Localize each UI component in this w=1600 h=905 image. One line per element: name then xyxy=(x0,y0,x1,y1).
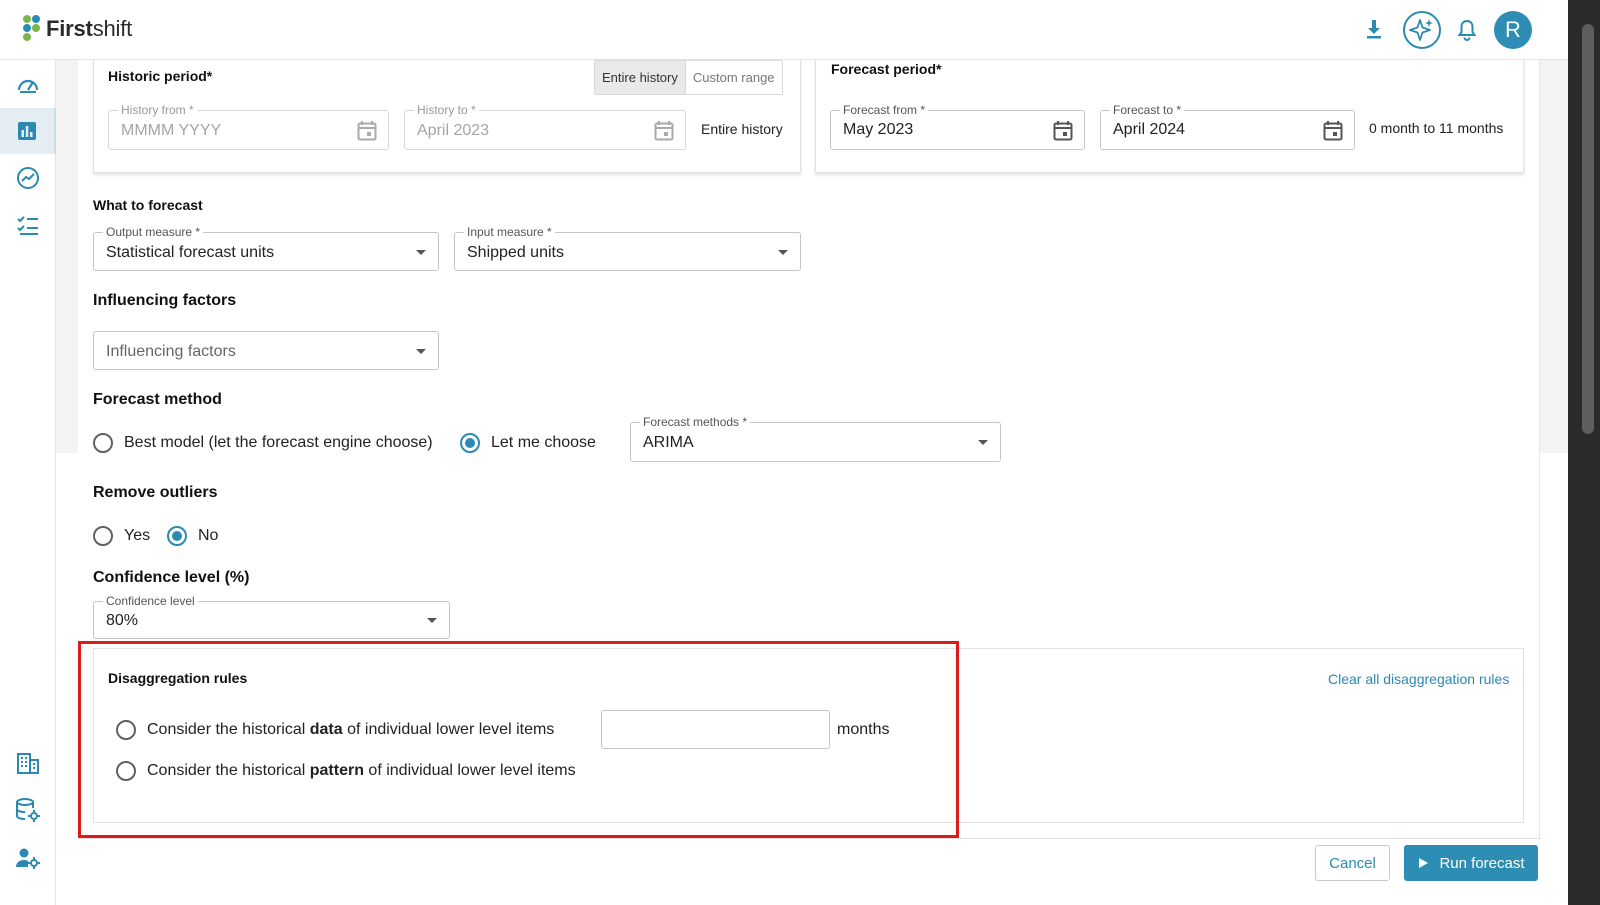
scrollbar-track[interactable] xyxy=(1568,0,1600,905)
sidebar-item-organization[interactable] xyxy=(0,740,56,786)
input-measure-label: Input measure * xyxy=(464,225,555,239)
calendar-icon[interactable] xyxy=(1053,120,1073,142)
outliers-no-label: No xyxy=(198,527,219,544)
dashboard-gauge-icon xyxy=(17,79,39,93)
confidence-level-title: Confidence level (%) xyxy=(93,569,250,586)
radio-best-model[interactable] xyxy=(93,433,113,453)
logo-rest: shift xyxy=(92,16,133,41)
months-label: months xyxy=(837,721,890,738)
history-summary: Entire history xyxy=(701,121,783,137)
influencing-factors-select[interactable]: Influencing factors xyxy=(93,331,439,370)
building-icon xyxy=(17,753,39,774)
forecast-methods-select[interactable]: Forecast methods * ARIMA xyxy=(630,415,1001,462)
chevron-down-icon xyxy=(427,618,437,623)
scrollbar-thumb[interactable] xyxy=(1582,24,1594,434)
download-icon[interactable] xyxy=(1364,18,1384,40)
sidebar-item-data-settings[interactable] xyxy=(0,787,56,833)
history-range-toggle[interactable]: Entire history Custom range xyxy=(594,60,783,95)
forecast-methods-value: ARIMA xyxy=(643,434,694,451)
forecast-period-title: Forecast period* xyxy=(831,61,942,77)
confidence-level-value: 80% xyxy=(106,612,139,629)
ai-sparkle-icon[interactable] xyxy=(1402,10,1442,50)
forecast-methods-label: Forecast methods * xyxy=(640,415,751,429)
sidebar-item-tasks[interactable] xyxy=(0,202,56,248)
toggle-entire-history[interactable]: Entire history xyxy=(595,61,686,94)
remove-outliers-title: Remove outliers xyxy=(93,484,218,501)
forecast-to-label: Forecast to * xyxy=(1110,103,1185,117)
sidebar xyxy=(0,60,56,905)
history-to-label: History to * xyxy=(414,103,479,117)
influencing-factors-title: Influencing factors xyxy=(93,292,237,309)
output-measure-value: Statistical forecast units xyxy=(106,244,275,261)
logo-icon xyxy=(23,15,40,41)
what-to-forecast-title: What to forecast xyxy=(93,197,203,213)
disaggregation-title: Disaggregation rules xyxy=(108,670,248,686)
clear-disaggregation-link[interactable]: Clear all disaggregation rules xyxy=(1328,671,1509,687)
toggle-custom-range[interactable]: Custom range xyxy=(686,61,782,94)
forecast-method-title: Forecast method xyxy=(93,391,222,408)
sidebar-item-user-settings[interactable] xyxy=(0,835,56,881)
right-gutter xyxy=(1540,60,1568,453)
radio-outliers-no[interactable] xyxy=(167,526,187,546)
avatar-letter: R xyxy=(1505,17,1521,42)
forecast-from-value: May 2023 xyxy=(843,121,914,138)
history-to-value: April 2023 xyxy=(417,122,490,139)
logo[interactable]: Firstshift xyxy=(22,14,132,44)
bottom-divider xyxy=(79,838,1539,839)
historic-period-title: Historic period* xyxy=(108,68,213,84)
bar-chart-icon xyxy=(18,122,36,140)
history-from-field[interactable]: History from * MMMM YYYY xyxy=(108,103,389,150)
chevron-down-icon xyxy=(978,440,988,445)
avatar[interactable]: R xyxy=(1494,11,1532,49)
user-settings-icon xyxy=(16,848,40,869)
let-me-choose-label: Let me choose xyxy=(491,434,596,451)
forecast-summary: 0 month to 11 months xyxy=(1369,120,1504,136)
sidebar-item-forecast[interactable] xyxy=(0,108,56,154)
forecast-from-label: Forecast from * xyxy=(840,103,929,117)
forecast-to-value: April 2024 xyxy=(1113,121,1186,138)
historical-pattern-label: Consider the historical pattern of indiv… xyxy=(147,762,576,779)
database-settings-icon xyxy=(16,798,40,822)
output-measure-label: Output measure * xyxy=(103,225,204,239)
chevron-down-icon xyxy=(778,250,788,255)
forecast-to-field[interactable]: Forecast to * April 2024 xyxy=(1100,103,1355,150)
sidebar-item-trends[interactable] xyxy=(0,155,56,201)
calendar-icon[interactable] xyxy=(1323,120,1343,142)
top-bar: Firstshift R xyxy=(0,0,1600,60)
confidence-level-select[interactable]: Confidence level 80% xyxy=(93,594,450,639)
calendar-icon[interactable] xyxy=(357,120,377,142)
chevron-down-icon xyxy=(416,349,426,354)
trend-icon xyxy=(17,167,39,189)
confidence-level-label: Confidence level xyxy=(103,594,198,608)
left-gutter xyxy=(56,60,78,453)
history-from-placeholder: MMMM YYYY xyxy=(121,122,222,139)
outliers-yes-label: Yes xyxy=(124,527,151,544)
history-to-field[interactable]: History to * April 2023 xyxy=(404,103,686,150)
radio-outliers-yes[interactable] xyxy=(93,526,113,546)
run-forecast-button[interactable]: Run forecast xyxy=(1404,845,1538,881)
forecast-from-field[interactable]: Forecast from * May 2023 xyxy=(830,103,1085,150)
play-icon xyxy=(1419,858,1429,868)
cancel-button[interactable]: Cancel xyxy=(1315,845,1390,881)
radio-historical-data[interactable] xyxy=(116,720,136,740)
output-measure-select[interactable]: Output measure * Statistical forecast un… xyxy=(93,225,439,271)
run-forecast-label: Run forecast xyxy=(1439,854,1525,872)
bell-icon[interactable] xyxy=(1456,18,1478,42)
radio-let-me-choose[interactable] xyxy=(460,433,480,453)
influencing-factors-placeholder: Influencing factors xyxy=(106,343,236,360)
input-measure-select[interactable]: Input measure * Shipped units xyxy=(454,225,801,271)
checklist-icon xyxy=(17,216,38,235)
calendar-icon[interactable] xyxy=(654,120,674,142)
history-from-label: History from * xyxy=(118,103,197,117)
best-model-label: Best model (let the forecast engine choo… xyxy=(124,434,433,451)
logo-first: First xyxy=(46,16,93,41)
input-measure-value: Shipped units xyxy=(467,244,564,261)
sidebar-item-dashboard[interactable] xyxy=(0,62,56,108)
radio-historical-pattern[interactable] xyxy=(116,761,136,781)
historical-data-label: Consider the historical data of individu… xyxy=(147,721,555,738)
chevron-down-icon xyxy=(416,250,426,255)
months-input[interactable] xyxy=(601,710,830,749)
